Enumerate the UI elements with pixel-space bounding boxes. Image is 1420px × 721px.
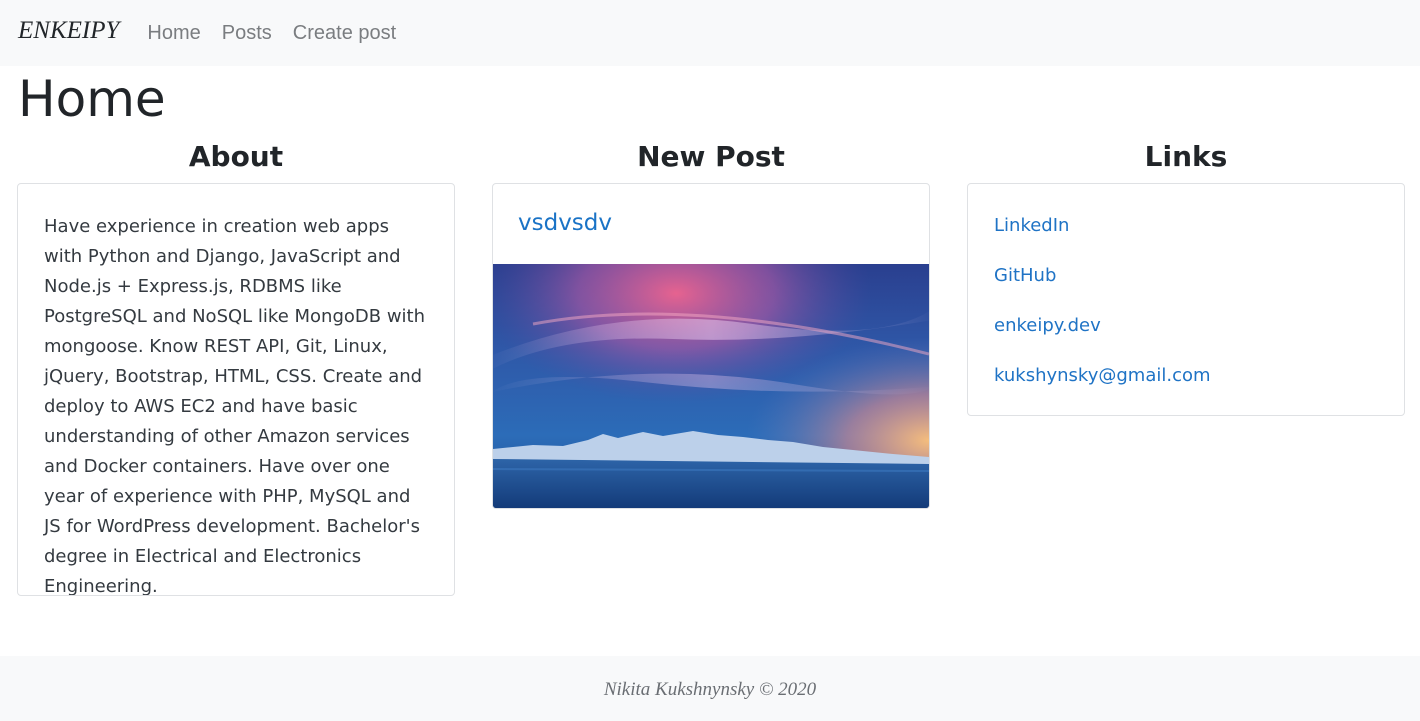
about-card: Have experience in creation web apps wit… <box>17 183 455 596</box>
navbar-brand[interactable]: ENKEIPY <box>18 17 119 45</box>
link-linkedin[interactable]: LinkedIn <box>994 215 1069 236</box>
link-github[interactable]: GitHub <box>994 265 1056 286</box>
nav-link-posts[interactable]: Posts <box>222 22 272 45</box>
post-title-link[interactable]: vsdvsdv <box>518 210 612 236</box>
links-heading: Links <box>1144 140 1228 173</box>
nav-link-home[interactable]: Home <box>147 22 200 45</box>
link-email[interactable]: kukshynsky@gmail.com <box>994 365 1211 386</box>
navbar: ENKEIPY Home Posts Create post <box>0 0 1420 66</box>
new-post-card[interactable]: vsdvsdv <box>492 183 930 509</box>
link-website[interactable]: enkeipy.dev <box>994 315 1101 336</box>
links-card: LinkedIn GitHub enkeipy.dev kukshynsky@g… <box>967 183 1405 416</box>
new-post-heading: New Post <box>637 140 785 173</box>
post-image[interactable] <box>493 264 929 509</box>
footer: Nikita Kukshnynsky © 2020 <box>0 656 1420 721</box>
about-text: Have experience in creation web apps wit… <box>44 216 426 596</box>
page-title: Home <box>18 70 166 128</box>
footer-text: Nikita Kukshnynsky © 2020 <box>603 678 817 700</box>
about-heading: About <box>188 140 284 173</box>
nav-link-create-post[interactable]: Create post <box>293 22 396 45</box>
